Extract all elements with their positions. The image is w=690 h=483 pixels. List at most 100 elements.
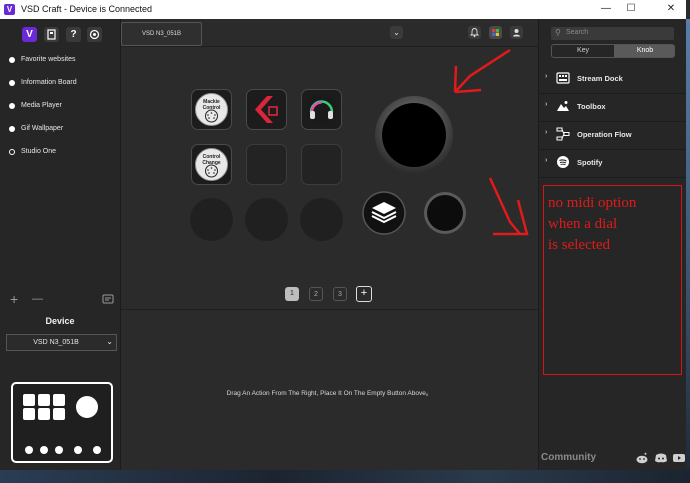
toolbox-icon [556,99,570,113]
round-key-empty[interactable] [245,198,288,241]
close-button[interactable]: ✕ [661,2,681,16]
profile-label: Favorite websites [21,56,76,63]
profile-dot-selected-icon [9,149,15,155]
dropdown-toggle-icon[interactable]: ⌄ [390,26,403,39]
device-key-shape [53,408,65,420]
device-key-shape [38,408,50,420]
profile-dot-icon [9,80,15,86]
device-dial-shape [93,446,101,454]
help-icon[interactable]: ? [66,27,81,42]
window-title: VSD Craft - Device is Connected [21,4,153,14]
gear-icon[interactable] [87,27,102,42]
device-heading: Device [45,316,75,326]
profile-item[interactable]: Gif Wallpaper [0,121,120,144]
community-footer[interactable]: Community [541,452,596,463]
device-key-shape [23,394,35,406]
main-header-divider [121,46,538,47]
property-divider [121,309,538,310]
profile-item[interactable]: Information Board [0,75,120,98]
search-input[interactable]: ⚲ Search [551,27,674,40]
spotify-icon [556,155,570,169]
dial-empty[interactable] [423,191,467,235]
reddit-icon[interactable] [635,452,649,466]
chevron-right-icon: › [545,157,548,164]
main-area: VSD N3_051B ⌄ Mackie Control Control Cha… [121,19,538,470]
profile-item[interactable]: Favorite websites [0,52,120,75]
desktop-wallpaper-strip [0,470,690,483]
device-select-value: VSD N3_051B [33,339,79,346]
vsd-logo-icon[interactable]: V [22,27,37,42]
discord-icon[interactable] [654,452,668,466]
key-control-change[interactable]: Control Change [191,144,232,185]
device-tab[interactable]: VSD N3_051B [121,22,202,46]
app-window: V VSD Craft - Device is Connected — ☐ ✕ … [0,0,690,483]
profile-tools: + — [0,291,120,311]
category-stream-dock[interactable]: › Stream Dock [539,65,687,94]
category-spotify[interactable]: › Spotify [539,149,687,178]
search-placeholder: Search [566,29,589,36]
device-select[interactable]: VSD N3_051B ⌄ [6,334,117,351]
profile-label: Information Board [21,79,77,86]
category-toolbox[interactable]: › Toolbox [539,93,687,122]
profile-label: Gif Wallpaper [21,125,64,132]
dial-layers[interactable] [362,191,406,235]
round-key-empty[interactable] [190,198,233,241]
search-icon: ⚲ [555,28,561,37]
key-empty[interactable] [301,144,342,185]
page-2-button[interactable]: 2 [309,287,323,301]
category-label: Operation Flow [577,130,632,139]
category-operation-flow[interactable]: › Operation Flow [539,121,687,150]
chevron-right-icon: › [545,101,548,108]
theme-palette-icon[interactable] [489,26,502,39]
tab-knob[interactable]: Knob [614,45,674,57]
page-3-button[interactable]: 3 [333,287,347,301]
youtube-icon[interactable] [672,452,686,466]
left-sidebar: V ? Favorite websites Information Board … [0,19,121,470]
device-preview [11,382,113,463]
key-mackie-control[interactable]: Mackie Control [191,89,232,130]
device-key-shape [53,394,65,406]
empty-property-hint: Drag An Action From The Right, Place It … [226,390,433,397]
tab-key[interactable]: Key [552,45,614,57]
key-empty[interactable] [246,144,287,185]
keyboard-icon [556,71,570,85]
page-selector: 1 2 3 + [121,286,538,303]
profile-dot-icon [9,57,15,63]
annotation-note-text: no midi option when a dial is selected [548,195,637,253]
profile-item-selected[interactable]: Studio One [0,144,120,167]
chevron-right-icon: › [545,73,548,80]
profile-label: Studio One [21,148,57,155]
remove-profile-button[interactable]: — [32,293,43,305]
title-bar: V VSD Craft - Device is Connected — ☐ ✕ [0,0,686,19]
profile-list: Favorite websites Information Board Medi… [0,52,120,167]
key-headset-app[interactable] [301,89,342,130]
round-key-empty[interactable] [300,198,343,241]
bell-icon[interactable] [468,26,481,39]
annotation-note-box: no midi option when a dial is selected [543,185,682,375]
user-icon[interactable] [510,26,523,39]
profile-label: Media Player [21,102,62,109]
minimize-button[interactable]: — [596,2,616,16]
category-label: Spotify [577,158,603,167]
add-profile-button[interactable]: + [10,291,18,307]
profile-dot-icon [9,126,15,132]
main-knob[interactable] [374,95,454,175]
flow-icon [556,127,570,141]
profile-item[interactable]: Media Player [0,98,120,121]
device-key-shape [23,408,35,420]
category-label: Toolbox [577,102,606,111]
chevron-right-icon: › [545,129,548,136]
page-1-button[interactable]: 1 [285,287,299,301]
store-icon[interactable] [44,27,59,42]
device-dial-shape [74,446,82,454]
profile-settings-icon[interactable] [102,293,115,309]
chevron-down-icon: ⌄ [106,337,113,346]
desktop-wallpaper-edge [686,19,690,483]
key-knob-toggle: Key Knob [551,44,675,58]
add-page-button[interactable]: + [356,286,372,302]
maximize-button[interactable]: ☐ [621,2,641,16]
device-dial-shape [25,446,33,454]
device-dial-shape [40,446,48,454]
profile-dot-icon [9,103,15,109]
key-cubase-logo[interactable] [246,89,287,130]
